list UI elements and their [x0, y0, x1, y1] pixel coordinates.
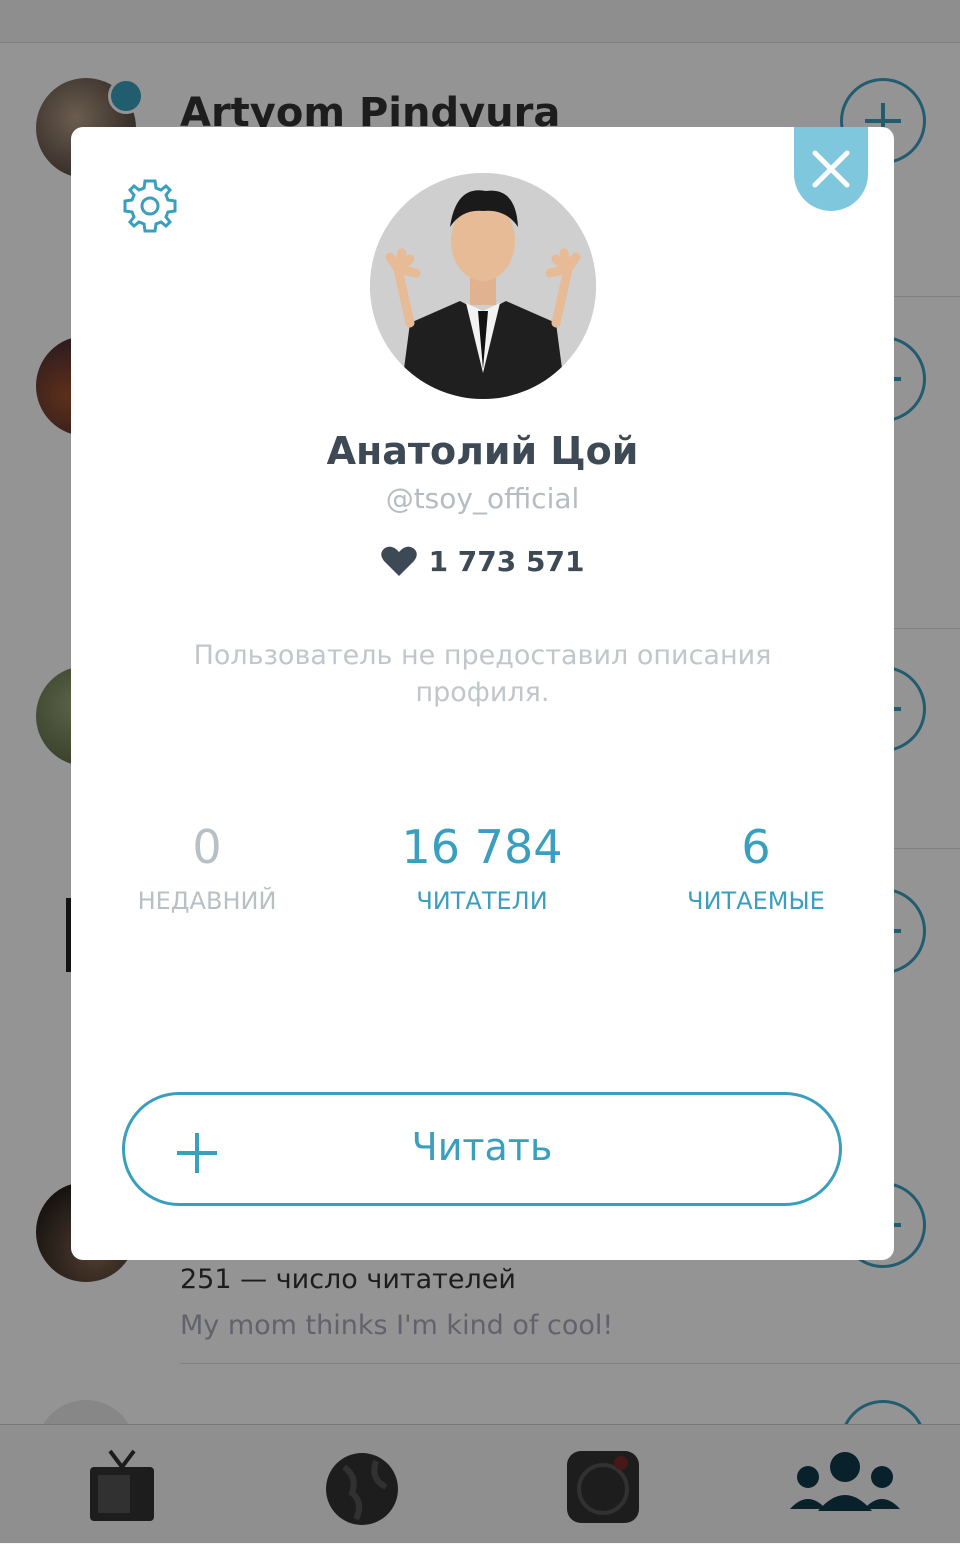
close-button[interactable] [794, 127, 868, 211]
gear-icon[interactable] [121, 177, 179, 235]
heart-icon [380, 546, 417, 576]
profile-avatar [370, 173, 596, 399]
close-icon [812, 150, 850, 188]
profile-name: Анатолий Цой [326, 429, 639, 473]
profile-modal: Анатолий Цой @tsoy_official 1 773 571 По… [71, 127, 894, 1260]
stat-following[interactable]: 6 ЧИТАЕМЫЕ [626, 817, 886, 915]
stat-recent[interactable]: 0 НЕДАВНИЙ [77, 817, 337, 915]
likes-count: 1 773 571 [71, 545, 894, 578]
likes-value: 1 773 571 [428, 545, 585, 578]
stat-recent-value: 0 [192, 820, 222, 874]
stat-following-label: ЧИТАЕМЫЕ [687, 887, 825, 915]
stat-recent-label: НЕДАВНИЙ [137, 887, 277, 915]
stat-following-value: 6 [741, 820, 771, 874]
stat-followers-value: 16 784 [401, 820, 563, 874]
profile-bio: Пользователь не предоставил описания про… [193, 640, 772, 708]
stat-followers-label: ЧИТАТЕЛИ [416, 887, 548, 915]
follow-read-button[interactable]: Читать [122, 1092, 842, 1206]
read-button-label: Читать [411, 1125, 553, 1169]
stat-followers[interactable]: 16 784 ЧИТАТЕЛИ [352, 817, 612, 915]
profile-handle: @tsoy_official [385, 482, 580, 515]
